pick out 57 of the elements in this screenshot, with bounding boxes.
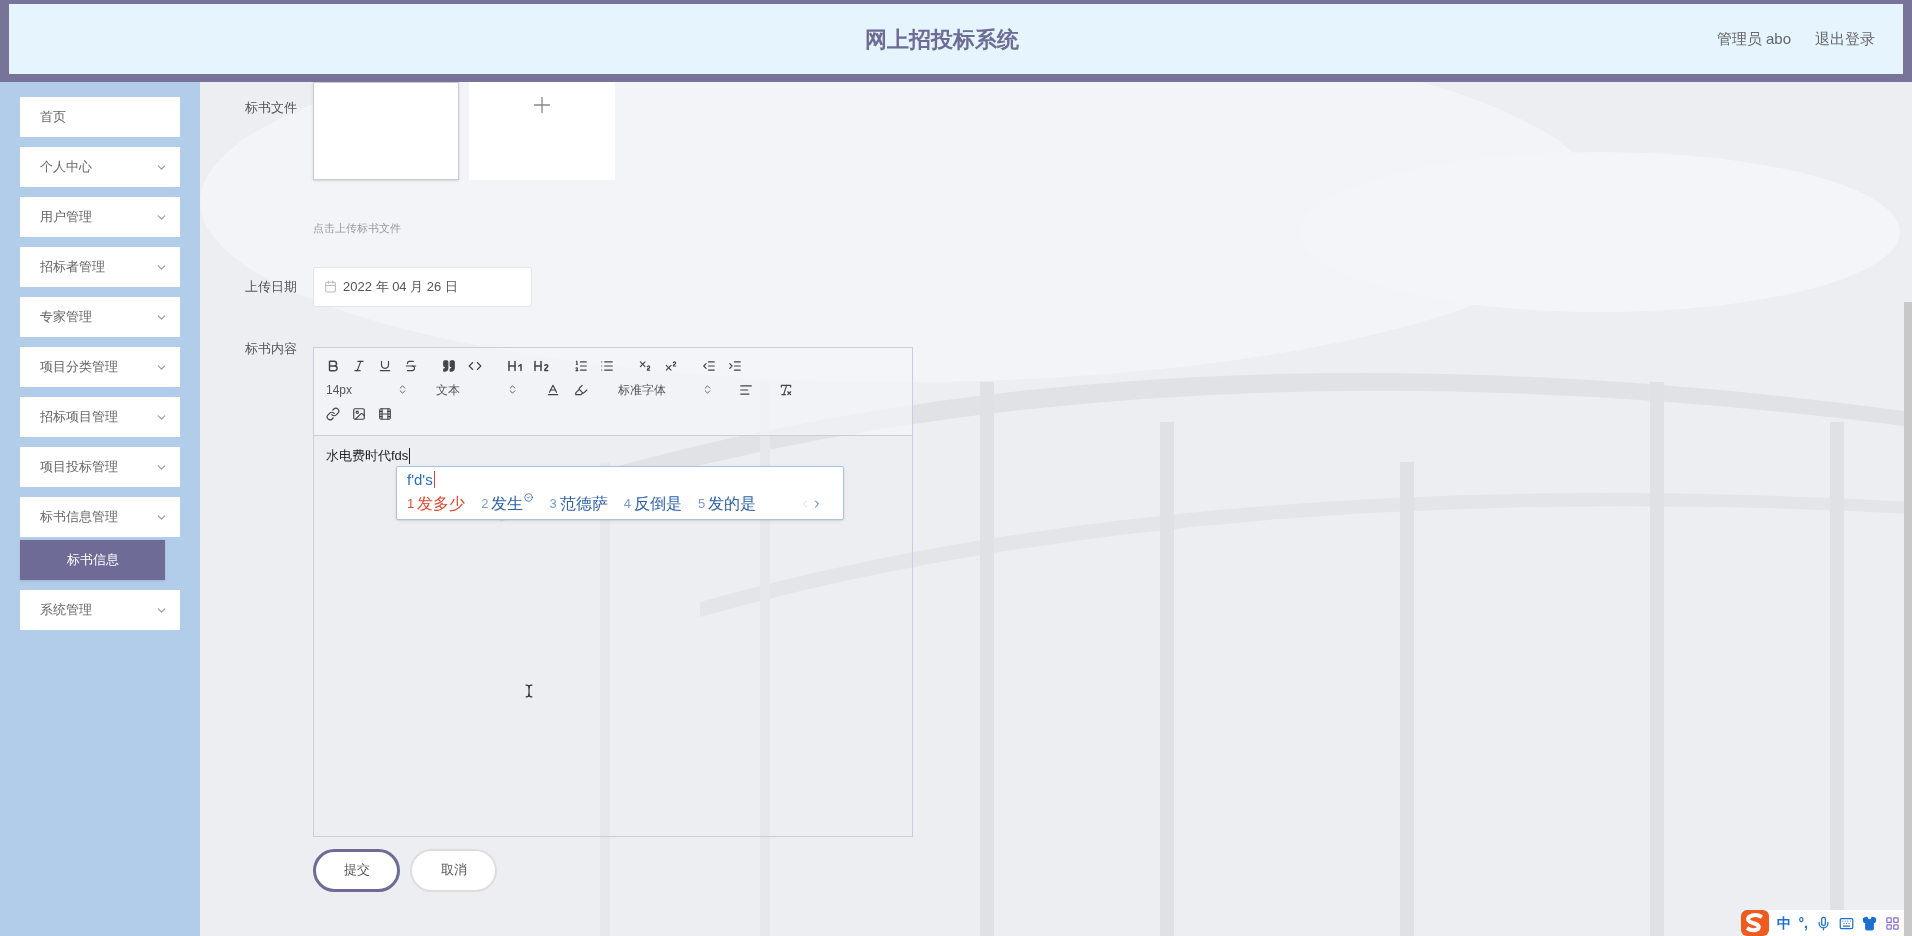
align-icon[interactable]: [739, 382, 753, 397]
superscript-icon[interactable]: [664, 358, 678, 373]
bullet-list-icon[interactable]: [600, 358, 614, 373]
font-color-icon[interactable]: [546, 382, 560, 397]
menu-item[interactable]: 个人中心: [20, 147, 180, 187]
clear-format-icon[interactable]: [779, 382, 793, 397]
calendar-icon: [324, 280, 337, 293]
menu-item[interactable]: 招标者管理: [20, 247, 180, 287]
menu-item[interactable]: 项目分类管理: [20, 347, 180, 387]
menu-item[interactable]: 专家管理: [20, 297, 180, 337]
underline-icon[interactable]: [378, 358, 392, 373]
user-name: 管理员 abo: [1716, 28, 1791, 49]
menu-item[interactable]: 用户管理: [20, 197, 180, 237]
up-down-caret-icon: [507, 384, 518, 395]
menu-item[interactable]: 招标项目管理: [20, 397, 180, 437]
punctuation-toggle[interactable]: °,: [1798, 912, 1808, 934]
quote-icon[interactable]: [442, 358, 456, 373]
up-down-caret-icon: [702, 384, 713, 395]
grid-icon[interactable]: [1885, 915, 1900, 931]
date-label: 上传日期: [245, 277, 298, 296]
up-down-caret-icon: [397, 384, 408, 395]
date-field[interactable]: 2022 年 04 月 26 日: [313, 266, 532, 307]
logout-link[interactable]: 退出登录: [1815, 27, 1875, 51]
submenu-item[interactable]: 标书信息: [20, 540, 165, 580]
outdent-icon[interactable]: [702, 358, 716, 373]
ime-candidate[interactable]: 3 范德萨: [549, 491, 608, 516]
ime-candidate[interactable]: 2 发生: [481, 491, 534, 516]
menu-item[interactable]: 项目投标管理: [20, 447, 180, 487]
file-label: 标书文件: [245, 99, 298, 117]
block-type-select[interactable]: 文本: [436, 380, 518, 399]
microphone-icon[interactable]: [1816, 915, 1831, 931]
strikethrough-icon[interactable]: [404, 358, 418, 373]
font-family-select[interactable]: 标准字体: [618, 380, 713, 399]
image-icon[interactable]: [352, 406, 366, 421]
menu-item[interactable]: 首页: [20, 97, 180, 137]
ime-candidate[interactable]: 1 发多少: [407, 491, 466, 516]
shirt-icon[interactable]: [1862, 915, 1877, 931]
check-icon: [524, 492, 534, 502]
ime-candidate[interactable]: 5 发的是: [697, 491, 757, 516]
ime-candidate[interactable]: 4 反倒是: [623, 491, 682, 516]
link-icon[interactable]: [326, 406, 340, 421]
keyboard-icon[interactable]: [1839, 915, 1854, 931]
input-mode-toggle[interactable]: 中: [1776, 912, 1791, 934]
app-title: 网上招投标系统: [865, 25, 1019, 54]
editor-text: 水电费时代fds: [326, 447, 411, 464]
ordered-list-icon[interactable]: [574, 358, 588, 373]
content-label: 标书内容: [245, 339, 298, 358]
italic-icon[interactable]: [352, 358, 366, 373]
upload-hint: 点击上传标书文件: [313, 221, 402, 236]
indent-icon[interactable]: [728, 358, 742, 373]
bold-icon[interactable]: [326, 358, 340, 373]
menu-item[interactable]: 标书信息管理: [20, 497, 180, 537]
menu-item[interactable]: 系统管理: [20, 590, 180, 630]
video-icon[interactable]: [378, 406, 392, 421]
subscript-icon[interactable]: [638, 358, 652, 373]
font-size-select[interactable]: 14px: [326, 380, 408, 399]
background-color-icon[interactable]: [574, 382, 588, 397]
